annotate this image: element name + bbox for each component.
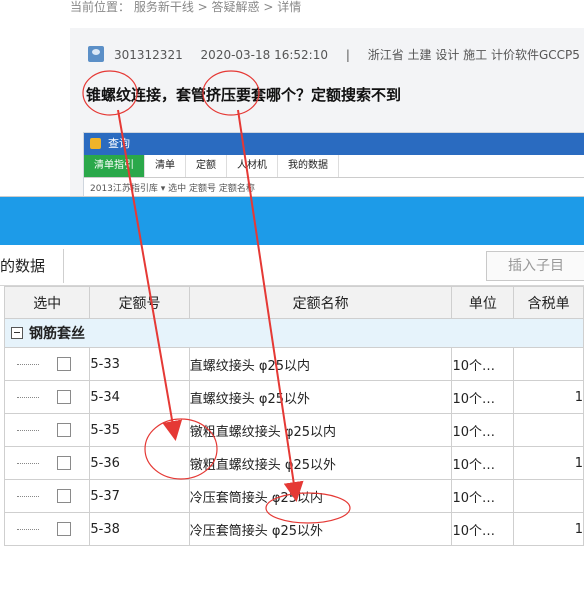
row-checkbox[interactable] — [57, 456, 71, 470]
table-row[interactable]: 5-37 冷压套筒接头 φ25以内 10个… — [3, 479, 584, 513]
inner-title-text: 查询 — [108, 137, 130, 150]
row-code: 5-33 — [89, 347, 190, 381]
post-datetime: 2020-03-18 16:52:10 — [200, 48, 328, 62]
table-header: 选中 定额号 定额名称 单位 含税单 — [3, 286, 584, 319]
column-header-name[interactable]: 定额名称 — [188, 286, 453, 319]
row-code: 5-36 — [89, 446, 190, 480]
row-name: 直螺纹接头 φ25以内 — [188, 347, 453, 381]
meta-separator: | — [345, 48, 350, 62]
forum-page: 当前位置： 服务新干线 > 答疑解惑 > 详情 301312321 2020-0… — [0, 0, 584, 198]
row-unit: 10个… — [451, 380, 515, 414]
row-price: 1 — [513, 446, 584, 480]
user-id[interactable]: 301312321 — [114, 48, 183, 62]
table-row[interactable]: 5-33 直螺纹接头 φ25以内 10个… — [3, 347, 584, 381]
row-price — [513, 413, 584, 447]
column-header-code[interactable]: 定额号 — [89, 286, 190, 319]
row-name: 镦粗直螺纹接头 φ25以内 — [188, 413, 453, 447]
inner-tab: 人材机 — [227, 155, 278, 177]
inner-dialog-title: 查询 — [84, 133, 584, 155]
question-title: 锥螺纹连接，套管挤压要套哪个？定额搜索不到 — [86, 86, 402, 104]
row-name: 冷压套筒接头 φ25以内 — [188, 479, 453, 513]
embedded-screenshot: 查询 清单指引 清单 定额 人材机 我的数据 2013江苏指引库 ▾ 选中 定额… — [83, 132, 584, 198]
quota-table: 选中 定额号 定额名称 单位 含税单 钢筋套丝 5-33 直螺纹接头 φ25以内… — [3, 286, 584, 546]
table-row[interactable]: 5-34 直螺纹接头 φ25以外 10个… 1 — [3, 380, 584, 414]
inner-tab: 我的数据 — [278, 155, 339, 177]
breadcrumb-path[interactable]: 服务新干线 > 答疑解惑 > 详情 — [134, 0, 301, 14]
tab-my-data[interactable]: 的数据 — [0, 249, 65, 283]
row-name: 直螺纹接头 φ25以外 — [188, 380, 453, 414]
row-code: 5-34 — [89, 380, 190, 414]
row-price: 1 — [513, 380, 584, 414]
row-unit: 10个… — [451, 512, 515, 546]
column-header-price[interactable]: 含税单 — [513, 286, 584, 319]
row-checkbox[interactable] — [57, 390, 71, 404]
row-unit: 10个… — [451, 347, 515, 381]
column-header-unit[interactable]: 单位 — [451, 286, 515, 319]
row-code: 5-38 — [89, 512, 190, 546]
user-avatar-icon — [88, 46, 104, 62]
breadcrumb: 当前位置： 服务新干线 > 答疑解惑 > 详情 — [70, 0, 301, 15]
inner-tab: 定额 — [186, 155, 227, 177]
row-checkbox[interactable] — [57, 357, 71, 371]
collapse-toggle-icon[interactable] — [11, 327, 23, 339]
table-row[interactable]: 5-38 冷压套筒接头 φ25以外 10个… 1 — [3, 512, 584, 546]
row-price — [513, 479, 584, 513]
table-row[interactable]: 5-35 镦粗直螺纹接头 φ25以内 10个… — [3, 413, 584, 447]
inner-tab: 清单 — [145, 155, 186, 177]
question-post: 301312321 2020-03-18 16:52:10 | 浙江省 土建 设… — [70, 28, 584, 198]
query-icon — [90, 138, 101, 149]
query-window: 的数据 插入子目 选中 定额号 定额名称 单位 含税单 钢筋套丝 5-33 直螺… — [0, 196, 584, 612]
post-meta: 301312321 2020-03-18 16:52:10 | 浙江省 土建 设… — [114, 46, 584, 63]
window-toolbar: 的数据 插入子目 — [0, 245, 584, 286]
row-price: 1 — [513, 512, 584, 546]
row-unit: 10个… — [451, 413, 515, 447]
row-unit: 10个… — [451, 479, 515, 513]
window-titlebar[interactable] — [0, 197, 584, 245]
row-checkbox[interactable] — [57, 522, 71, 536]
post-tags: 浙江省 土建 设计 施工 计价软件GCCP5 土建 — [367, 48, 584, 62]
row-code: 5-35 — [89, 413, 190, 447]
inner-tabs: 清单指引 清单 定额 人材机 我的数据 — [84, 155, 584, 178]
row-name: 镦粗直螺纹接头 φ25以外 — [188, 446, 453, 480]
group-label: 钢筋套丝 — [29, 326, 85, 342]
insert-subitem-button[interactable]: 插入子目 — [486, 251, 584, 281]
column-header-select[interactable]: 选中 — [3, 286, 91, 319]
row-checkbox[interactable] — [57, 489, 71, 503]
table-row[interactable]: 5-36 镦粗直螺纹接头 φ25以外 10个… 1 — [3, 446, 584, 480]
inner-tab: 清单指引 — [84, 155, 145, 177]
group-row[interactable]: 钢筋套丝 — [4, 318, 584, 348]
row-name: 冷压套筒接头 φ25以外 — [188, 512, 453, 546]
breadcrumb-label: 当前位置： — [70, 0, 131, 14]
row-unit: 10个… — [451, 446, 515, 480]
row-code: 5-37 — [89, 479, 190, 513]
row-checkbox[interactable] — [57, 423, 71, 437]
row-price — [513, 347, 584, 381]
inner-row-text: 2013江苏指引库 ▾ 选中 定额号 定额名称 — [90, 184, 255, 194]
